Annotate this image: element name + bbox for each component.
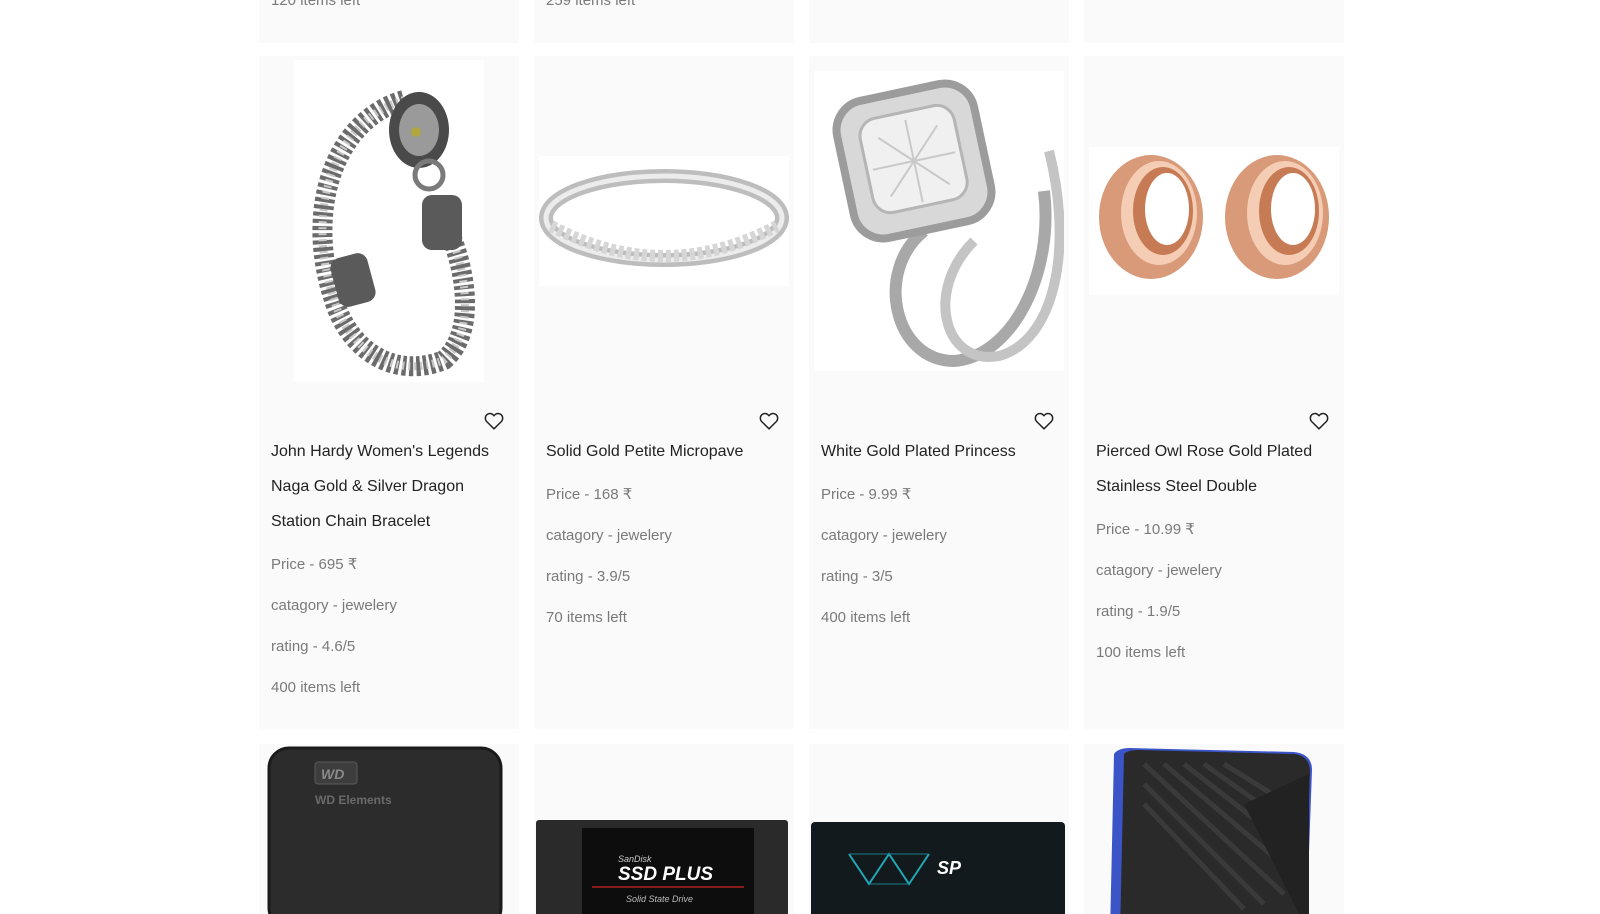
heart-icon[interactable] xyxy=(758,410,780,432)
product-card[interactable]: 259 items left xyxy=(534,0,794,43)
product-rating: rating - 1.9/5 xyxy=(1096,603,1181,620)
product-row-next: WD WD Elements SanDisk SSD PLUS Solid St… xyxy=(259,744,1344,914)
product-title[interactable]: Solid Gold Petite Micropave xyxy=(546,434,772,469)
product-category: catagory - jewelery xyxy=(271,597,397,614)
product-category: catagory - jewelery xyxy=(1096,562,1222,579)
product-title[interactable]: John Hardy Women's Legends Naga Gold & S… xyxy=(271,434,497,539)
product-rating: rating - 4.6/5 xyxy=(271,638,356,655)
product-info: White Gold Plated Princess Price - 9.99 … xyxy=(821,434,1047,628)
product-card[interactable]: John Hardy Women's Legends Naga Gold & S… xyxy=(259,56,519,729)
ssd-icon: SanDisk SSD PLUS Solid State Drive xyxy=(536,820,788,914)
ear-plugs-icon xyxy=(1089,147,1339,295)
product-price: Price - 9.99 ₹ xyxy=(821,486,912,503)
product-card[interactable]: WD WD Elements xyxy=(259,744,519,914)
product-card[interactable]: White Gold Plated Princess Price - 9.99 … xyxy=(809,56,1069,729)
product-card[interactable]: Pierced Owl Rose Gold Plated Stainless S… xyxy=(1084,56,1344,729)
product-rating: rating - 3.9/5 xyxy=(546,568,631,585)
heart-icon[interactable] xyxy=(1308,410,1330,432)
product-image[interactable] xyxy=(1084,56,1344,386)
external-hdd-icon: WD WD Elements xyxy=(267,746,503,914)
product-type-label: Solid State Drive xyxy=(626,894,693,904)
product-card[interactable]: Solid Gold Petite Micropave Price - 168 … xyxy=(534,56,794,729)
product-image[interactable] xyxy=(809,56,1069,386)
product-stock: 259 items left xyxy=(546,0,636,9)
product-card[interactable]: SP xyxy=(809,744,1069,914)
ring-icon xyxy=(539,156,789,286)
product-info: John Hardy Women's Legends Naga Gold & S… xyxy=(271,434,497,698)
svg-text:WD: WD xyxy=(321,766,344,782)
product-brand-label: SP xyxy=(937,858,962,878)
product-card[interactable] xyxy=(1084,0,1344,43)
product-image[interactable] xyxy=(534,56,794,386)
product-row-previous: 120 items left 259 items left xyxy=(259,0,1344,43)
product-card[interactable] xyxy=(1084,744,1344,914)
product-info: Solid Gold Petite Micropave Price - 168 … xyxy=(546,434,772,628)
product-stock: 100 items left xyxy=(1096,644,1186,661)
product-stock: 400 items left xyxy=(821,609,911,626)
product-rating: rating - 3/5 xyxy=(821,568,893,585)
product-stock: 70 items left xyxy=(546,609,627,626)
product-stock: 400 items left xyxy=(271,679,361,696)
product-brand-label: WD Elements xyxy=(315,793,392,807)
product-info: Pierced Owl Rose Gold Plated Stainless S… xyxy=(1096,434,1322,663)
heart-icon[interactable] xyxy=(1033,410,1055,432)
ssd-icon: SP xyxy=(811,822,1065,914)
product-image[interactable] xyxy=(259,56,519,386)
product-category: catagory - jewelery xyxy=(546,527,672,544)
product-card[interactable] xyxy=(809,0,1069,43)
product-title[interactable]: Pierced Owl Rose Gold Plated Stainless S… xyxy=(1096,434,1322,504)
product-title[interactable]: White Gold Plated Princess xyxy=(821,434,1047,469)
product-brand-label: SanDisk xyxy=(618,854,652,864)
gaming-drive-icon xyxy=(1110,748,1312,914)
product-row: John Hardy Women's Legends Naga Gold & S… xyxy=(259,56,1344,729)
heart-icon[interactable] xyxy=(483,410,505,432)
product-price: Price - 695 ₹ xyxy=(271,556,358,573)
product-card[interactable]: 120 items left xyxy=(259,0,519,43)
product-price: Price - 10.99 ₹ xyxy=(1096,521,1195,538)
product-category: catagory - jewelery xyxy=(821,527,947,544)
diamond-ring-icon xyxy=(814,71,1064,371)
product-stock: 120 items left xyxy=(271,0,361,9)
bracelet-icon xyxy=(294,60,484,382)
product-card[interactable]: SanDisk SSD PLUS Solid State Drive xyxy=(534,744,794,914)
product-price: Price - 168 ₹ xyxy=(546,486,633,503)
product-model-label: SSD PLUS xyxy=(618,864,713,885)
